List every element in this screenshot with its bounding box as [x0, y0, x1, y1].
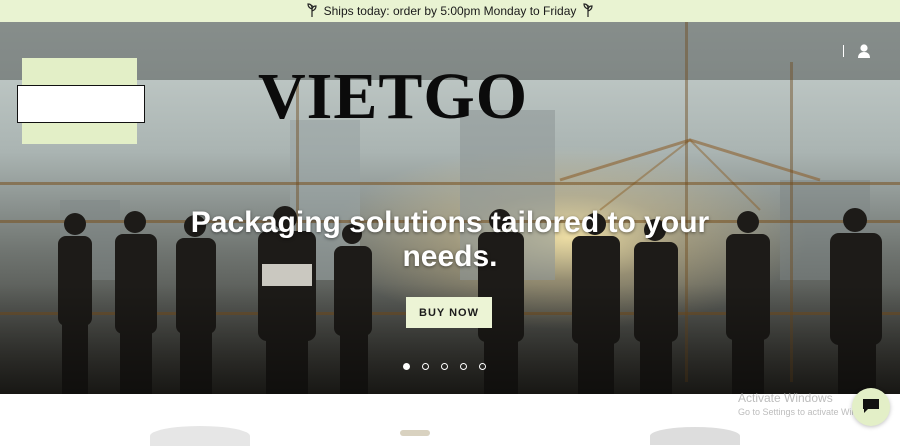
hero-headline: Packaging solutions tailored to your nee…	[190, 206, 710, 273]
window-frame	[0, 182, 900, 185]
leaf-icon	[582, 2, 594, 20]
header-divider	[843, 45, 844, 57]
slide-dot-1[interactable]	[403, 363, 410, 370]
brand-logo-text[interactable]: VIETGO	[258, 64, 528, 130]
announcement-bar: Ships today: order by 5:00pm Monday to F…	[0, 0, 900, 22]
slide-dot-2[interactable]	[422, 363, 429, 370]
slider-pagination	[403, 363, 486, 370]
slide-dot-4[interactable]	[460, 363, 467, 370]
logo-frame	[17, 85, 145, 123]
product-image-peek	[400, 430, 430, 436]
leaf-icon	[306, 2, 318, 20]
product-image-peek	[150, 426, 250, 446]
product-image-peek	[650, 427, 740, 445]
chat-bubble-icon	[861, 397, 881, 418]
announcement-text: Ships today: order by 5:00pm Monday to F…	[323, 4, 577, 18]
buy-now-button[interactable]: BUY NOW	[406, 297, 492, 328]
slide-dot-3[interactable]	[441, 363, 448, 370]
slide-dot-5[interactable]	[479, 363, 486, 370]
chat-button[interactable]	[852, 388, 890, 426]
user-icon[interactable]	[857, 43, 871, 59]
